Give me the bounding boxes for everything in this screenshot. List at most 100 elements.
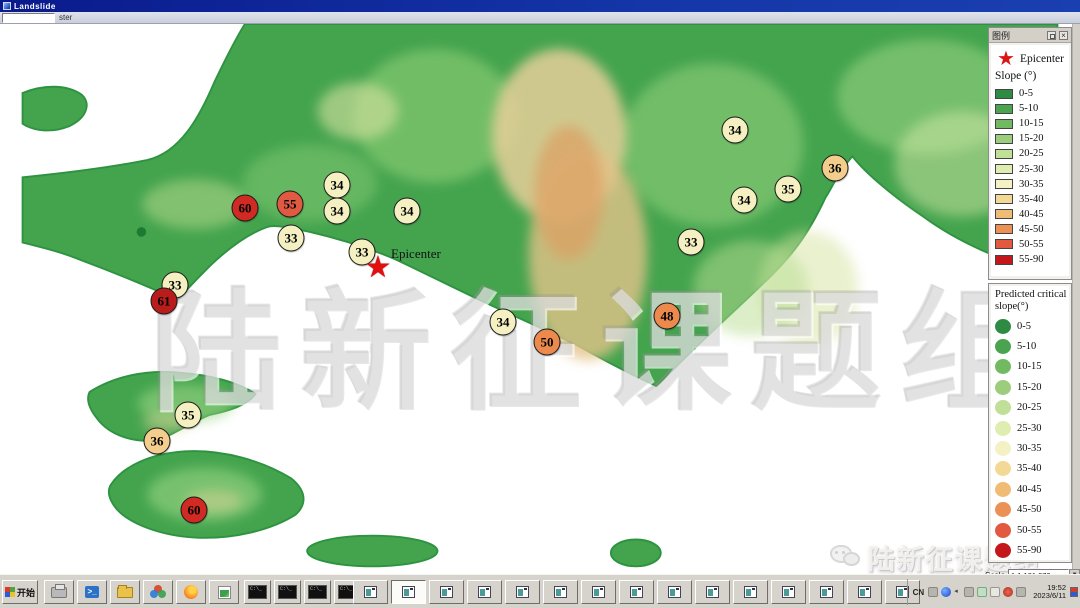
- slope-marker[interactable]: 35: [175, 402, 202, 429]
- taskbar-item-powershell[interactable]: >_: [77, 580, 107, 604]
- predicted-range-label: 15-20: [1017, 382, 1042, 393]
- predicted-circle-swatch: [995, 319, 1011, 334]
- slope-range-label: 25-30: [1019, 164, 1044, 175]
- predicted-range-label: 0-5: [1017, 321, 1031, 332]
- taskbar-terminal-window[interactable]: C:\_: [244, 580, 271, 604]
- taskbar-item-printer[interactable]: [44, 580, 74, 604]
- messenger-icon[interactable]: [941, 587, 951, 597]
- window-icon: [820, 586, 833, 598]
- slope-marker[interactable]: 33: [678, 229, 705, 256]
- slope-range-label: 15-20: [1019, 133, 1044, 144]
- predicted-legend-row: 5-10: [995, 336, 1067, 356]
- slope-marker[interactable]: 60: [181, 497, 208, 524]
- slope-legend-row: 55-90: [995, 252, 1067, 267]
- taskbar-app-window[interactable]: [695, 580, 730, 604]
- window-icon: [592, 586, 605, 598]
- taskbar-app-window[interactable]: [809, 580, 844, 604]
- terminal-icon: C:\_: [248, 585, 267, 599]
- toolbar: ster: [0, 12, 1080, 24]
- tray-update-icon[interactable]: [1016, 587, 1026, 597]
- predicted-circle-swatch: [995, 339, 1011, 354]
- predicted-circle-swatch: [995, 380, 1011, 395]
- predicted-range-label: 20-25: [1017, 402, 1042, 413]
- taskbar-app-window[interactable]: [505, 580, 540, 604]
- taskbar-app-window[interactable]: [771, 580, 806, 604]
- slope-swatch: [995, 255, 1013, 265]
- slope-marker[interactable]: 35: [775, 176, 802, 203]
- tray-device-icon[interactable]: [964, 587, 974, 597]
- taskbar-app-window[interactable]: [543, 580, 578, 604]
- slope-marker[interactable]: 36: [822, 155, 849, 182]
- slope-marker[interactable]: 33: [278, 225, 305, 252]
- tray-blocked-icon[interactable]: [1003, 587, 1013, 597]
- predicted-title-line2: slope(°): [995, 301, 1067, 313]
- slope-swatch: [995, 164, 1013, 174]
- slope-marker[interactable]: 34: [731, 187, 758, 214]
- slope-marker[interactable]: 50: [534, 329, 561, 356]
- taskbar-app-window[interactable]: [847, 580, 882, 604]
- close-icon[interactable]: ×: [1059, 31, 1068, 40]
- taskbar-terminal-window[interactable]: C:\_: [274, 580, 301, 604]
- slope-marker[interactable]: 34: [722, 117, 749, 144]
- tray-edge-icon[interactable]: [1070, 587, 1078, 597]
- slope-marker[interactable]: 34: [324, 172, 351, 199]
- language-indicator[interactable]: CN: [913, 588, 925, 597]
- taskbar-item-firefox[interactable]: [176, 580, 206, 604]
- predicted-legend-row: 55-90: [995, 540, 1067, 560]
- slope-marker[interactable]: 60: [232, 195, 259, 222]
- slope-swatch: [995, 104, 1013, 114]
- slope-marker[interactable]: 55: [277, 191, 304, 218]
- toolbar-combo-input[interactable]: [2, 13, 55, 23]
- taskbar-app-window[interactable]: [353, 580, 388, 604]
- printer-icon: [51, 587, 67, 598]
- taskbar-app-window[interactable]: [391, 580, 426, 604]
- window-icon: [858, 586, 871, 598]
- slope-marker[interactable]: 61: [151, 288, 178, 315]
- pin-icon[interactable]: [1047, 31, 1056, 40]
- ime-icon[interactable]: [928, 587, 938, 597]
- taskbar-item-chart[interactable]: [209, 580, 239, 604]
- predicted-circle-swatch: [995, 523, 1011, 538]
- taskbar-app-window[interactable]: [467, 580, 502, 604]
- taskbar-item-folder[interactable]: [110, 580, 140, 604]
- taskbar-app-window[interactable]: [733, 580, 768, 604]
- tray-app-icon[interactable]: [977, 587, 987, 597]
- taskbar-app-window[interactable]: [429, 580, 464, 604]
- taskbar-item-app[interactable]: [143, 580, 173, 604]
- predicted-legend-body: Predicted critical slope(°) 0-55-1010-15…: [991, 286, 1069, 560]
- slope-range-label: 40-45: [1019, 209, 1044, 220]
- slope-legend-row: 20-25: [995, 146, 1067, 161]
- circles-app-icon: [150, 585, 166, 599]
- slope-swatch: [995, 89, 1013, 99]
- predicted-circle-swatch: [995, 400, 1011, 415]
- slope-marker[interactable]: 34: [490, 309, 517, 336]
- predicted-circle-swatch: [995, 421, 1011, 436]
- panel-gutter: [1072, 24, 1080, 574]
- slope-marker[interactable]: 34: [324, 198, 351, 225]
- slope-marker[interactable]: 48: [654, 303, 681, 330]
- predicted-range-label: 55-90: [1017, 545, 1042, 556]
- taskbar-app-window[interactable]: [581, 580, 616, 604]
- taskbar-app-window[interactable]: [619, 580, 654, 604]
- predicted-legend-row: 45-50: [995, 500, 1067, 520]
- taskbar-terminal-window[interactable]: C:\_: [304, 580, 331, 604]
- slope-swatch: [995, 224, 1013, 234]
- predicted-legend-rows: 0-55-1010-1515-2020-2525-3030-3535-4040-…: [995, 316, 1067, 560]
- predicted-legend-row: 10-15: [995, 357, 1067, 377]
- slope-legend-row: 5-10: [995, 101, 1067, 116]
- predicted-range-label: 25-30: [1017, 423, 1042, 434]
- show-hidden-icons-icon[interactable]: ◂: [954, 587, 961, 597]
- app-window: Landslide ster: [0, 0, 1080, 608]
- slope-swatch: [995, 209, 1013, 219]
- predicted-range-label: 45-50: [1017, 504, 1042, 515]
- slope-marker[interactable]: 34: [394, 198, 421, 225]
- window-icon: [744, 586, 757, 598]
- window-title: Landslide: [14, 2, 56, 11]
- slope-marker[interactable]: 36: [144, 428, 171, 455]
- start-button[interactable]: 开始: [2, 580, 38, 604]
- slope-legend-rows: 0-55-1010-1515-2020-2525-3030-3535-4040-…: [995, 86, 1067, 267]
- predicted-circle-swatch: [995, 441, 1011, 456]
- taskbar-app-window[interactable]: [657, 580, 692, 604]
- predicted-range-label: 10-15: [1017, 361, 1042, 372]
- tray-flag-icon[interactable]: [990, 587, 1000, 597]
